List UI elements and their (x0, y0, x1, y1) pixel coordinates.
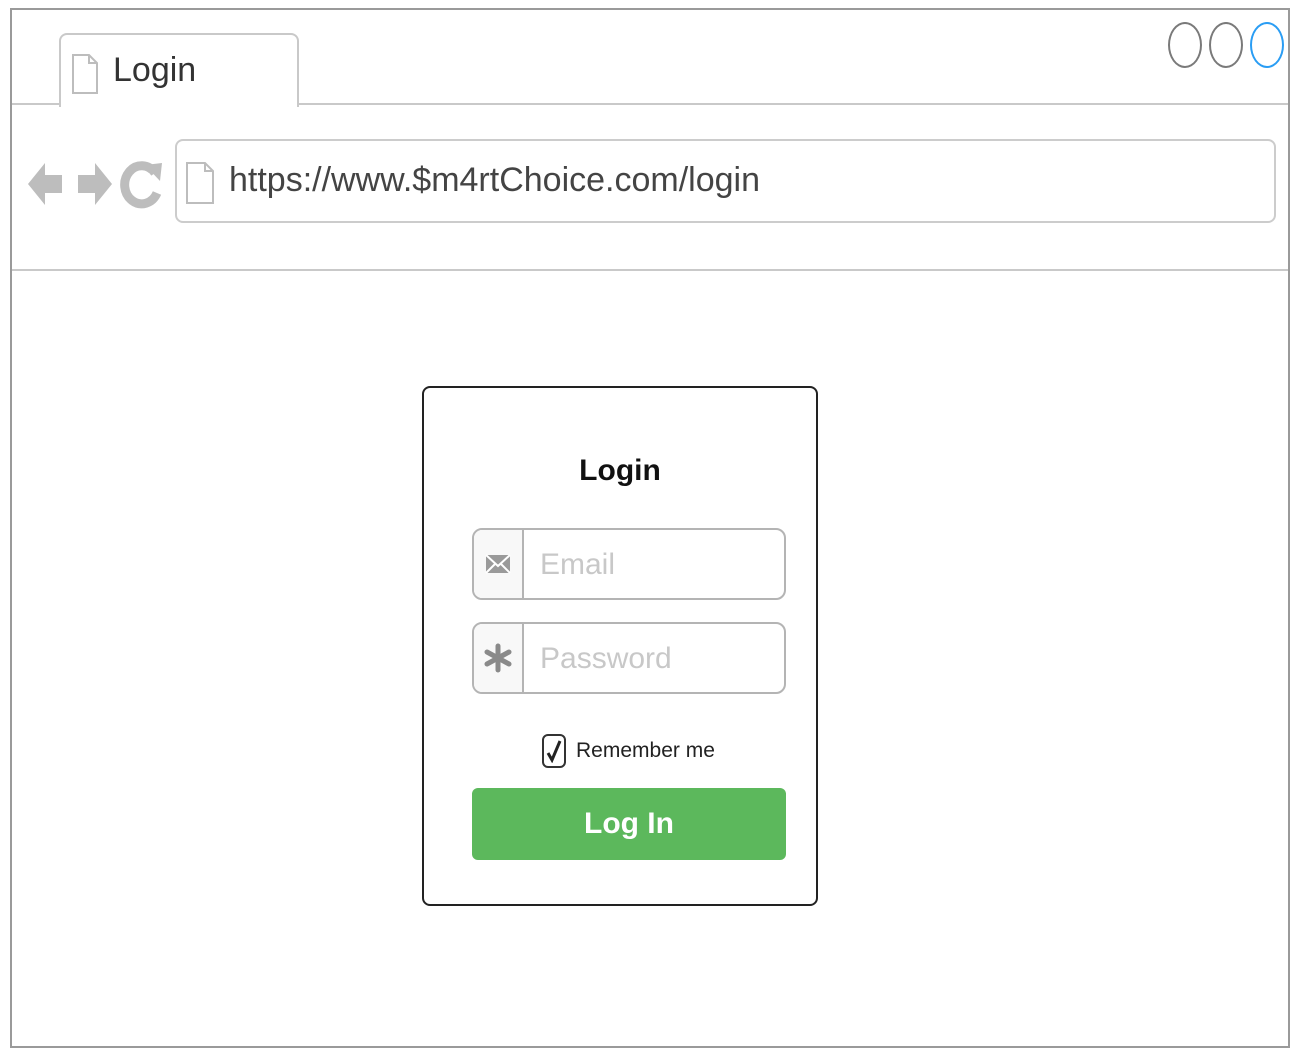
email-input[interactable] (538, 540, 778, 590)
browser-window: Login https://www.$m4rtChoice.com/login … (10, 8, 1290, 1048)
password-field[interactable] (472, 622, 786, 694)
url-text[interactable]: https://www.$m4rtChoice.com/login (229, 161, 760, 200)
toolbar-divider (12, 269, 1288, 271)
document-icon (71, 53, 99, 100)
checkmark-icon (546, 740, 562, 763)
arrow-right-icon[interactable] (78, 163, 112, 205)
remember-me-label[interactable]: Remember me (576, 739, 715, 763)
email-field[interactable] (472, 528, 786, 600)
envelope-icon (485, 554, 511, 574)
email-icon-box (474, 530, 524, 598)
document-icon (185, 161, 215, 210)
login-title: Login (579, 454, 661, 487)
window-control-3[interactable] (1250, 22, 1284, 68)
arrow-left-icon[interactable] (28, 163, 62, 205)
navigation-buttons (26, 153, 166, 220)
remember-me-checkbox[interactable] (542, 734, 566, 768)
log-in-button[interactable]: Log In (472, 788, 786, 860)
browser-tab[interactable]: Login (59, 33, 299, 107)
window-control-1[interactable] (1168, 22, 1202, 68)
asterisk-icon (484, 643, 512, 673)
window-control-2[interactable] (1209, 22, 1243, 68)
tab-bar: Login (12, 10, 1288, 107)
remember-me-row: Remember me (542, 732, 715, 770)
password-icon-box (474, 624, 524, 692)
refresh-icon[interactable] (120, 161, 162, 209)
tab-title: Login (113, 51, 197, 89)
address-bar[interactable]: https://www.$m4rtChoice.com/login (175, 139, 1276, 223)
login-panel: Login Email Remember me Log In (422, 386, 818, 906)
password-input[interactable] (538, 634, 778, 684)
browser-toolbar: https://www.$m4rtChoice.com/login (12, 105, 1288, 269)
